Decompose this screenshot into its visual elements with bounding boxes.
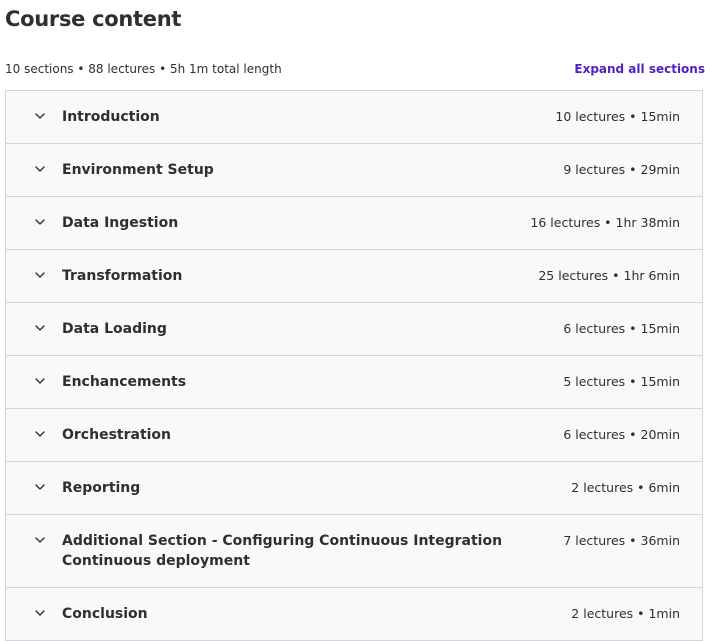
chevron-down-icon [34,375,46,387]
section-data-ingestion[interactable]: Data Ingestion 16 lectures • 1hr 38min [6,196,702,249]
section-meta: 9 lectures • 29min [563,162,680,177]
section-title: Conclusion [62,606,148,622]
expand-all-sections-button[interactable]: Expand all sections [574,62,705,76]
section-title: Orchestration [62,427,172,443]
chevron-down-icon [34,534,46,546]
section-meta: 6 lectures • 15min [563,321,680,336]
section-transformation[interactable]: Transformation 25 lectures • 1hr 6min [6,249,702,302]
section-orchestration[interactable]: Orchestration 6 lectures • 20min [6,408,702,461]
section-meta: 2 lectures • 6min [571,480,680,495]
chevron-down-icon [34,607,46,619]
chevron-down-icon [34,322,46,334]
section-reporting[interactable]: Reporting 2 lectures • 6min [6,461,702,514]
section-enchancements[interactable]: Enchancements 5 lectures • 15min [6,355,702,408]
section-title: Environment Setup [62,162,214,178]
section-meta: 5 lectures • 15min [563,374,680,389]
chevron-down-icon [34,481,46,493]
section-additional-ci-cd[interactable]: Additional Section - Configuring Continu… [6,514,702,587]
section-meta: 2 lectures • 1min [571,606,680,621]
section-environment-setup[interactable]: Environment Setup 9 lectures • 29min [6,143,702,196]
section-title: Additional Section - Configuring Continu… [62,533,503,569]
section-meta: 7 lectures • 36min [563,533,680,548]
chevron-down-icon [34,216,46,228]
chevron-down-icon [34,110,46,122]
section-meta: 6 lectures • 20min [563,427,680,442]
course-summary: 10 sections • 88 lectures • 5h 1m total … [5,62,282,76]
section-title: Transformation [62,268,183,284]
chevron-down-icon [34,269,46,281]
chevron-down-icon [34,163,46,175]
page-title: Course content [5,7,182,31]
section-meta: 16 lectures • 1hr 38min [530,215,680,230]
sections-accordion: Introduction 10 lectures • 15min Environ… [5,90,703,641]
section-introduction[interactable]: Introduction 10 lectures • 15min [6,91,702,143]
section-data-loading[interactable]: Data Loading 6 lectures • 15min [6,302,702,355]
course-summary-row: 10 sections • 88 lectures • 5h 1m total … [5,59,705,81]
section-title: Introduction [62,109,160,125]
section-title: Enchancements [62,374,187,390]
section-meta: 10 lectures • 15min [555,109,680,124]
section-title: Data Ingestion [62,215,179,231]
section-conclusion[interactable]: Conclusion 2 lectures • 1min [6,587,702,640]
section-meta: 25 lectures • 1hr 6min [538,268,680,283]
section-title: Reporting [62,480,141,496]
chevron-down-icon [34,428,46,440]
section-title: Data Loading [62,321,167,337]
